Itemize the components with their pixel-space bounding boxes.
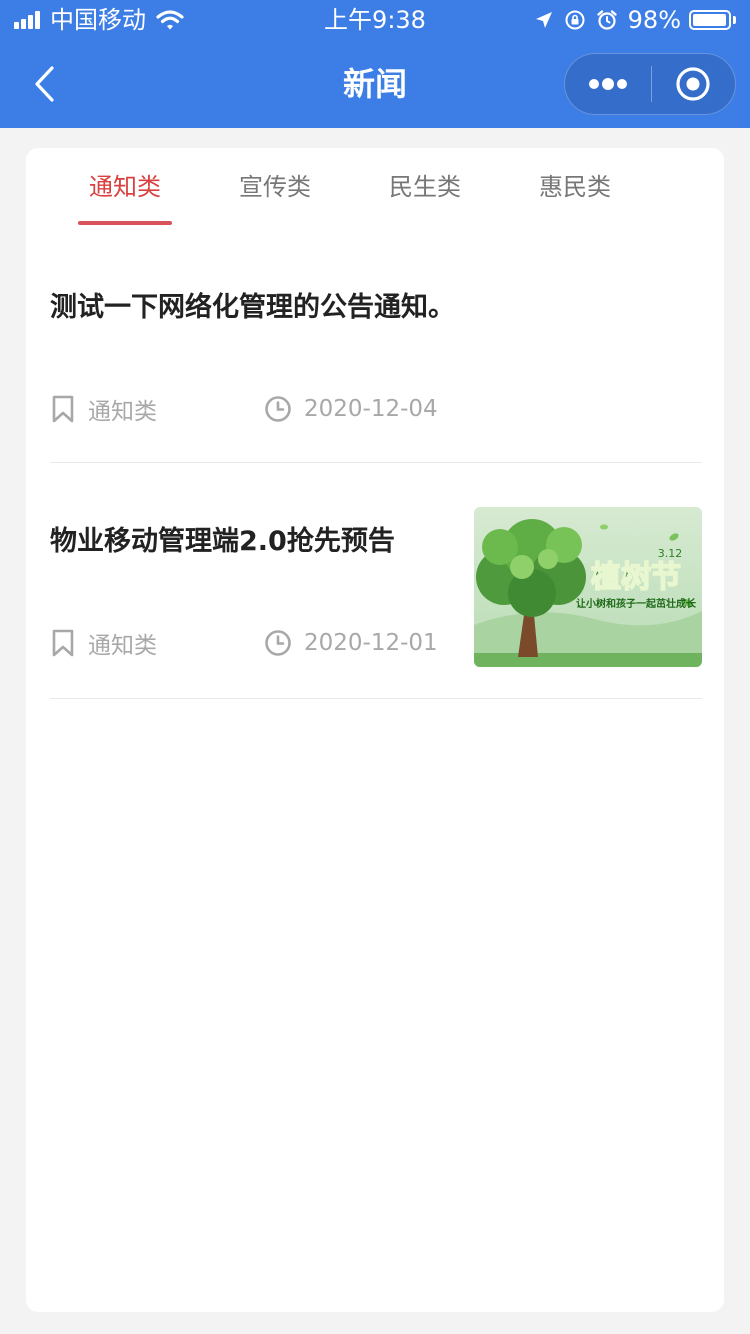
- location-icon: [535, 12, 552, 28]
- image-title: 植树节: [591, 560, 681, 595]
- news-title: 测试一下网络化管理的公告通知。: [50, 292, 455, 323]
- news-category: 通知类: [50, 392, 157, 426]
- item-divider: [50, 462, 702, 463]
- image-date-mark: 3.12: [658, 547, 683, 560]
- item-divider: [50, 698, 702, 699]
- clock-icon: [265, 396, 291, 422]
- tab-livelihood[interactable]: 民生类: [350, 170, 500, 204]
- news-category: 通知类: [50, 626, 157, 660]
- news-meta: 通知类 2020-12-04: [50, 392, 702, 426]
- bookmark-icon: [52, 395, 74, 423]
- close-button[interactable]: [652, 54, 736, 114]
- tab-publicity[interactable]: 宣传类: [200, 170, 350, 204]
- battery-level: [693, 14, 726, 26]
- battery-percentage: 98%: [627, 6, 681, 34]
- orientation-lock-icon: [565, 10, 585, 30]
- target-circle-icon: [676, 67, 710, 101]
- tab-benefit[interactable]: 惠民类: [500, 170, 650, 204]
- news-category-label: 通知类: [88, 399, 157, 425]
- capsule-menu: [564, 53, 736, 115]
- news-date: 2020-12-01: [264, 626, 438, 660]
- news-item[interactable]: 物业移动管理端2.0抢先预告 通知类 2020-12-01 植树节 3.12 让…: [50, 507, 702, 699]
- active-tab-indicator: [78, 221, 172, 225]
- more-button[interactable]: [565, 54, 651, 114]
- clock-icon: [265, 630, 291, 656]
- news-thumbnail: 植树节 3.12 让小树和孩子一起茁壮成长: [474, 507, 702, 667]
- screen: 中国移动 上午9:38 98% 新闻 通知类 宣传类 民生类 惠民类 测试一下网…: [0, 0, 750, 1334]
- more-dots-icon: [588, 78, 627, 90]
- news-date: 2020-12-04: [264, 392, 438, 426]
- arbor-day-image: 植树节 3.12 让小树和孩子一起茁壮成长: [474, 507, 702, 667]
- bookmark-icon: [52, 629, 74, 657]
- news-date-label: 2020-12-01: [304, 630, 438, 656]
- news-category-label: 通知类: [88, 633, 157, 659]
- news-item[interactable]: 测试一下网络化管理的公告通知。 通知类 2020-12-04: [50, 290, 702, 463]
- battery-icon: [689, 10, 731, 30]
- battery-tip: [733, 16, 736, 24]
- status-right: 98%: [524, 6, 736, 34]
- alarm-icon: [596, 10, 617, 30]
- image-slogan: 让小树和孩子一起茁壮成长: [576, 597, 697, 610]
- tab-notice[interactable]: 通知类: [50, 170, 200, 204]
- news-title: 物业移动管理端2.0抢先预告: [50, 526, 395, 557]
- category-tabs: 通知类 宣传类 民生类 惠民类: [26, 148, 724, 228]
- header: 中国移动 上午9:38 98% 新闻: [0, 0, 750, 128]
- news-card: 通知类 宣传类 民生类 惠民类 测试一下网络化管理的公告通知。 通知类 2020…: [26, 148, 724, 1312]
- news-date-label: 2020-12-04: [304, 396, 438, 422]
- status-bar: 中国移动 上午9:38 98%: [0, 0, 750, 40]
- news-meta: 通知类 2020-12-01: [50, 626, 450, 660]
